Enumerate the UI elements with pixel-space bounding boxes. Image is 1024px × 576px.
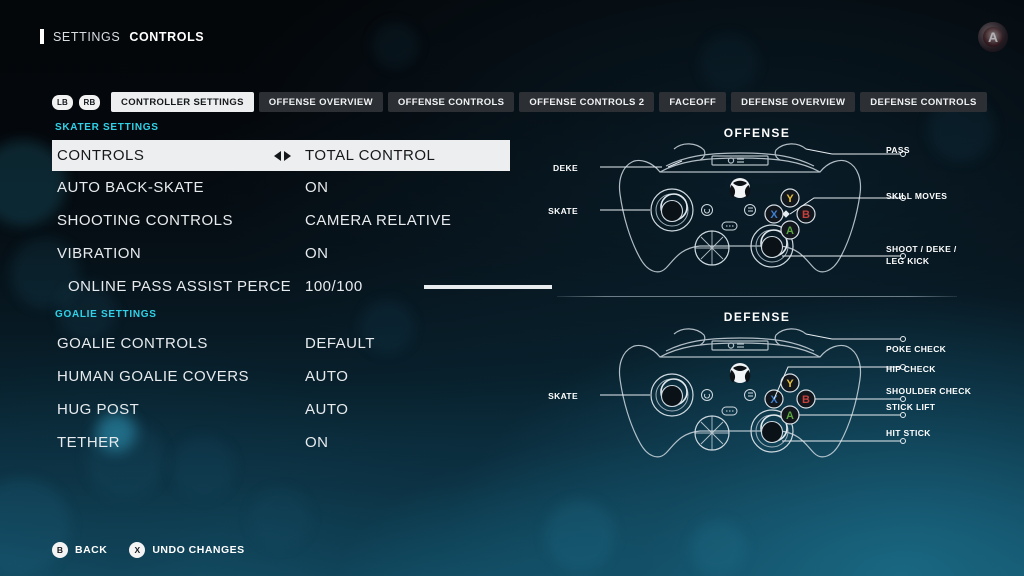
setting-value: TOTAL CONTROL [305, 147, 436, 164]
svg-text:B: B [802, 394, 810, 406]
bokeh-decoration [372, 22, 418, 68]
tab-defense-overview[interactable]: DEFENSE OVERVIEW [731, 92, 856, 112]
goalie-settings-section-label: GOALIE SETTINGS [55, 309, 157, 320]
tab-offense-controls[interactable]: OFFENSE CONTROLS [387, 92, 515, 112]
breadcrumb-prefix: SETTINGS [53, 29, 121, 44]
offense-callout-deke: DEKE [552, 163, 578, 173]
tab-faceoff[interactable]: FACEOFF [659, 92, 727, 112]
tabs-container: CONTROLLER SETTINGS OFFENSE OVERVIEW OFFEN… [111, 92, 987, 112]
setting-label: HUMAN GOALIE COVERS [57, 368, 250, 385]
setting-row[interactable]: TETHER ON [52, 426, 510, 459]
skater-settings-section-label: SKATER SETTINGS [55, 122, 159, 133]
gamepad-button-icon: X [129, 542, 146, 558]
setting-row[interactable]: HUG POST AUTO [52, 393, 510, 426]
gamepad-button-icon: B [52, 542, 68, 558]
footer-button-label: UNDO CHANGES [152, 544, 245, 556]
tab-defense-controls[interactable]: DEFENSE CONTROLS [860, 92, 987, 112]
defense-callout-skate: SKATE [548, 391, 578, 401]
dpad [694, 230, 730, 266]
setting-row[interactable]: AUTO BACK-SKATE ON [52, 171, 510, 204]
slider-fill [424, 284, 552, 289]
dpad [694, 415, 730, 451]
setting-value: CAMERA RELATIVE [305, 212, 452, 229]
defense-controller-diagram: Y X B A [600, 328, 906, 458]
setting-value: 100/100 [305, 278, 363, 295]
bokeh-decoration [690, 520, 746, 576]
footer-actions: B BACK X UNDO CHANGES [52, 542, 245, 558]
svg-text:Y: Y [786, 378, 794, 390]
footer-undo-changes-button[interactable]: X UNDO CHANGES [129, 542, 244, 558]
breadcrumb: SETTINGS CONTROLS [40, 29, 204, 44]
chevron-left-icon[interactable] [274, 150, 281, 161]
setting-label: GOALIE CONTROLS [57, 335, 208, 352]
offense-callout-skill-moves: SKILL MOVES [886, 191, 948, 201]
setting-label: CONTROLS [57, 147, 145, 164]
bumper-rb-icon[interactable]: RB [79, 94, 100, 110]
tab-bar: LB RB CONTROLLER SETTINGS OFFENSE OVERVIE… [52, 92, 987, 112]
setting-value: ON [305, 179, 329, 196]
setting-value: DEFAULT [305, 335, 375, 352]
left-stick [650, 188, 694, 232]
face-buttons: Y X B A [764, 373, 816, 425]
bokeh-decoration [0, 478, 70, 574]
footer-button-label: BACK [75, 544, 108, 556]
defense-callout-poke-check: POKE CHECK [886, 344, 947, 354]
diagram-divider [557, 296, 957, 297]
tab-controller-settings[interactable]: CONTROLLER SETTINGS [111, 92, 254, 112]
settings-screen: SETTINGS CONTROLS A LB RB CONTROLLER SET… [0, 0, 1024, 576]
defense-callout-hit-stick: HIT STICK [886, 428, 931, 438]
footer-back-button[interactable]: B BACK [52, 542, 107, 558]
offense-callout-pass: PASS [886, 145, 910, 155]
defense-callout-shoulder-check: SHOULDER CHECK [886, 386, 972, 396]
setting-label: ONLINE PASS ASSIST PERCE [68, 278, 292, 295]
defense-callout-hip-check: HIP CHECK [886, 364, 936, 374]
breadcrumb-current: CONTROLS [129, 29, 205, 44]
tab-offense-controls-2[interactable]: OFFENSE CONTROLS 2 [519, 92, 655, 112]
bokeh-decoration [700, 34, 758, 92]
setting-row[interactable]: SHOOTING CONTROLS CAMERA RELATIVE [52, 204, 510, 237]
offense-controller-diagram: Y X B A [600, 143, 906, 273]
setting-label: HUG POST [57, 401, 140, 418]
svg-text:B: B [802, 209, 810, 221]
chevron-right-icon[interactable] [284, 150, 291, 161]
breadcrumb-accent-bar [40, 29, 44, 44]
setting-label: AUTO BACK-SKATE [57, 179, 204, 196]
defense-diagram-title: DEFENSE [723, 310, 791, 324]
svg-text:A: A [786, 225, 794, 237]
team-logo-glyph: A [987, 29, 999, 45]
svg-text:X: X [770, 209, 778, 221]
setting-value: AUTO [305, 368, 349, 385]
svg-text:X: X [770, 394, 778, 406]
setting-value: ON [305, 245, 329, 262]
offense-callout-shoot: SHOOT / DEKE / LEG KICK [886, 244, 957, 267]
left-stick [650, 373, 694, 417]
svg-text:A: A [786, 410, 794, 422]
setting-row[interactable]: ONLINE PASS ASSIST PERCE 100/100 [52, 270, 552, 303]
setting-row[interactable]: CONTROLS TOTAL CONTROL [52, 140, 510, 171]
setting-row[interactable]: HUMAN GOALIE COVERS AUTO [52, 360, 510, 393]
setting-label: VIBRATION [57, 245, 142, 262]
value-stepper[interactable] [274, 150, 291, 161]
bokeh-decoration [545, 500, 615, 570]
setting-label: TETHER [57, 434, 120, 451]
setting-label: SHOOTING CONTROLS [57, 212, 234, 229]
defense-callout-stick-lift: STICK LIFT [886, 402, 936, 412]
offense-diagram-title: OFFENSE [723, 126, 791, 140]
tab-offense-overview[interactable]: OFFENSE OVERVIEW [258, 92, 383, 112]
setting-row[interactable]: VIBRATION ON [52, 237, 510, 270]
svg-text:Y: Y [786, 193, 794, 205]
bokeh-decoration [250, 488, 310, 548]
team-logo: A [978, 22, 1008, 52]
setting-value: ON [305, 434, 329, 451]
setting-value: AUTO [305, 401, 349, 418]
setting-slider[interactable] [424, 284, 552, 289]
skater-settings-list: CONTROLS TOTAL CONTROL AUTO BACK-SKATE ON SH… [52, 140, 552, 303]
goalie-settings-list: GOALIE CONTROLS DEFAULT HUMAN GOALIE COVER… [52, 327, 510, 459]
offense-callout-skate: SKATE [548, 206, 578, 216]
setting-row[interactable]: GOALIE CONTROLS DEFAULT [52, 327, 510, 360]
bumper-lb-icon[interactable]: LB [52, 94, 73, 110]
